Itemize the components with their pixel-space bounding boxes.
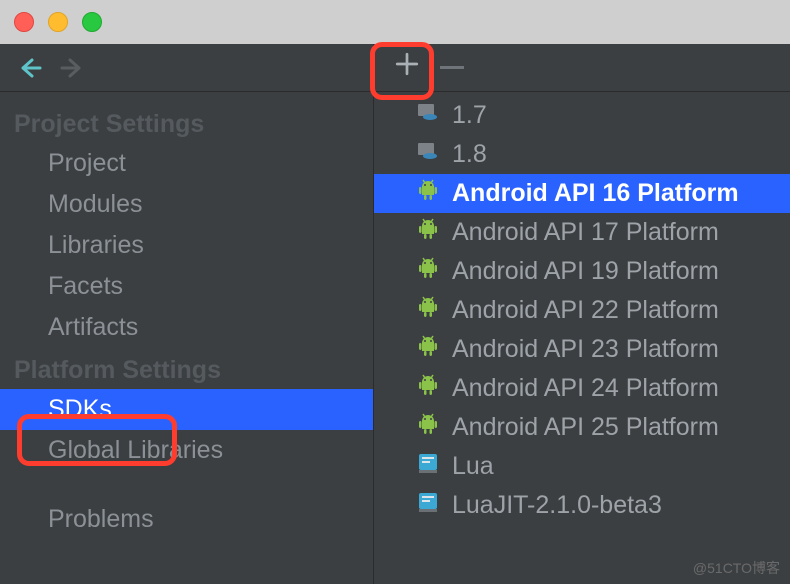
sidebar-item-artifacts[interactable]: Artifacts: [0, 307, 373, 348]
lua-icon: [416, 451, 440, 482]
sdk-item[interactable]: Android API 16 Platform: [374, 174, 790, 213]
nav-toolbar: [0, 44, 373, 92]
arrow-right-icon: [60, 56, 84, 80]
arrow-left-icon: [18, 56, 42, 80]
android-icon: [416, 217, 440, 248]
sdk-item-label: Android API 19 Platform: [452, 257, 719, 286]
android-icon: [416, 334, 440, 365]
sdk-item[interactable]: Android API 19 Platform: [374, 252, 790, 291]
sdk-item-label: Lua: [452, 452, 494, 481]
remove-sdk-button[interactable]: [440, 66, 464, 69]
sidebar-item-modules[interactable]: Modules: [0, 184, 373, 225]
sdk-item-label: 1.7: [452, 101, 487, 130]
back-button[interactable]: [16, 54, 44, 82]
android-icon: [416, 256, 440, 287]
sidebar-item-libraries[interactable]: Libraries: [0, 225, 373, 266]
android-icon: [416, 373, 440, 404]
sidebar-item-facets[interactable]: Facets: [0, 266, 373, 307]
settings-sidebar: Project Settings ProjectModulesLibraries…: [0, 44, 374, 584]
android-icon: [416, 295, 440, 326]
sdk-item[interactable]: Android API 22 Platform: [374, 291, 790, 330]
maximize-window-button[interactable]: [82, 12, 102, 32]
section-header-project-settings: Project Settings: [0, 102, 373, 143]
sidebar-item-sdks[interactable]: SDKs: [0, 389, 373, 430]
sdk-item[interactable]: LuaJIT-2.1.0-beta3: [374, 486, 790, 525]
sdk-item-label: Android API 17 Platform: [452, 218, 719, 247]
add-sdk-button[interactable]: [392, 51, 422, 85]
close-window-button[interactable]: [14, 12, 34, 32]
lua-icon: [416, 490, 440, 521]
sdk-item[interactable]: Android API 23 Platform: [374, 330, 790, 369]
android-icon: [416, 412, 440, 443]
sdk-item[interactable]: Android API 17 Platform: [374, 213, 790, 252]
sdk-item[interactable]: Android API 25 Platform: [374, 408, 790, 447]
sdk-item[interactable]: Lua: [374, 447, 790, 486]
sdk-item-label: LuaJIT-2.1.0-beta3: [452, 491, 662, 520]
sdk-item[interactable]: 1.7: [374, 96, 790, 135]
section-header-platform-settings: Platform Settings: [0, 348, 373, 389]
sdk-item[interactable]: Android API 24 Platform: [374, 369, 790, 408]
minimize-window-button[interactable]: [48, 12, 68, 32]
watermark: @51CTO博客: [693, 558, 780, 578]
forward-button[interactable]: [58, 54, 86, 82]
window-titlebar: [0, 0, 790, 44]
sdk-item-label: Android API 25 Platform: [452, 413, 719, 442]
sidebar-item-global-libraries[interactable]: Global Libraries: [0, 430, 373, 471]
jdk-icon: [416, 139, 440, 170]
sidebar-item-problems[interactable]: Problems: [0, 499, 373, 540]
sdk-item-label: 1.8: [452, 140, 487, 169]
sdk-main-pane: 1.7 1.8 Android API 16 Platform Android API…: [374, 44, 790, 584]
sdk-item-label: Android API 24 Platform: [452, 374, 719, 403]
android-icon: [416, 178, 440, 209]
minus-icon: [440, 66, 464, 69]
plus-icon: [394, 51, 420, 77]
sidebar-item-project[interactable]: Project: [0, 143, 373, 184]
sdk-toolbar: [374, 44, 790, 92]
sdk-list: 1.7 1.8 Android API 16 Platform Android API…: [374, 92, 790, 525]
jdk-icon: [416, 100, 440, 131]
sdk-item-label: Android API 23 Platform: [452, 335, 719, 364]
sdk-item-label: Android API 22 Platform: [452, 296, 719, 325]
sdk-item-label: Android API 16 Platform: [452, 179, 739, 208]
sdk-item[interactable]: 1.8: [374, 135, 790, 174]
